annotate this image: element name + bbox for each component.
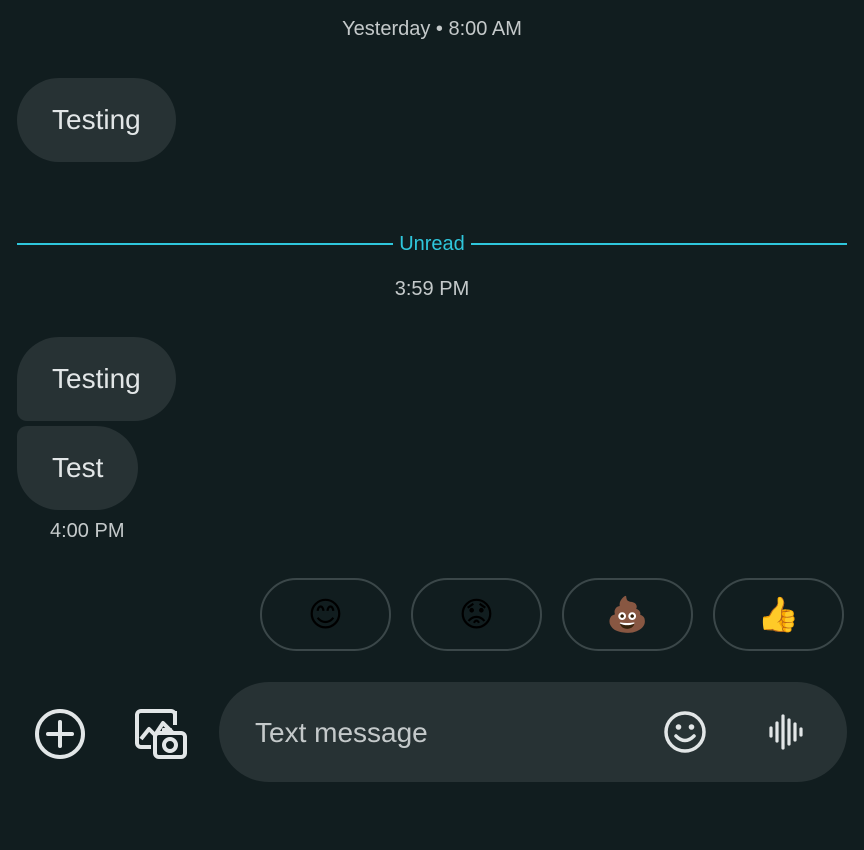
unread-timestamp: 3:59 PM bbox=[394, 278, 470, 300]
header-timestamp: Yesterday • 8:00 AM bbox=[342, 18, 522, 40]
message-bubble[interactable]: Test bbox=[17, 426, 139, 510]
reaction-chip-poo[interactable]: 💩 bbox=[562, 578, 693, 651]
voice-message-button[interactable] bbox=[765, 710, 809, 754]
unread-line-left bbox=[17, 243, 394, 245]
message-bubble[interactable]: Testing bbox=[17, 337, 176, 421]
thumbs-up-emoji: 👍 bbox=[757, 595, 800, 634]
message-composer bbox=[219, 682, 847, 784]
unread-label: Unread bbox=[399, 232, 465, 255]
text-message-input[interactable] bbox=[253, 682, 637, 784]
reaction-chip-thumbs-up[interactable]: 👍 bbox=[713, 578, 844, 651]
emoji-smiley-icon bbox=[664, 711, 706, 753]
gallery-camera-button[interactable] bbox=[132, 704, 190, 762]
smiling-face-emoji: 😊 bbox=[307, 595, 344, 634]
worried-face-emoji: 😟 bbox=[458, 595, 495, 634]
message-timestamp: 4:00 PM bbox=[50, 520, 125, 542]
add-attachment-button[interactable] bbox=[32, 706, 88, 762]
gallery-camera-icon bbox=[135, 709, 187, 759]
emoji-button[interactable] bbox=[663, 710, 707, 754]
add-circle-icon bbox=[35, 709, 85, 759]
pile-of-poo-emoji: 💩 bbox=[606, 595, 649, 634]
unread-line-right bbox=[470, 243, 848, 245]
reaction-chip-smile[interactable]: 😊 bbox=[260, 578, 391, 651]
reaction-chip-worried[interactable]: 😟 bbox=[411, 578, 542, 651]
message-bubble[interactable]: Testing bbox=[17, 78, 176, 162]
conversation-screen: Yesterday • 8:00 AM Testing Unread 3:59 … bbox=[0, 0, 864, 850]
unread-divider: Unread bbox=[17, 230, 848, 258]
voice-waveform-icon bbox=[769, 714, 803, 750]
